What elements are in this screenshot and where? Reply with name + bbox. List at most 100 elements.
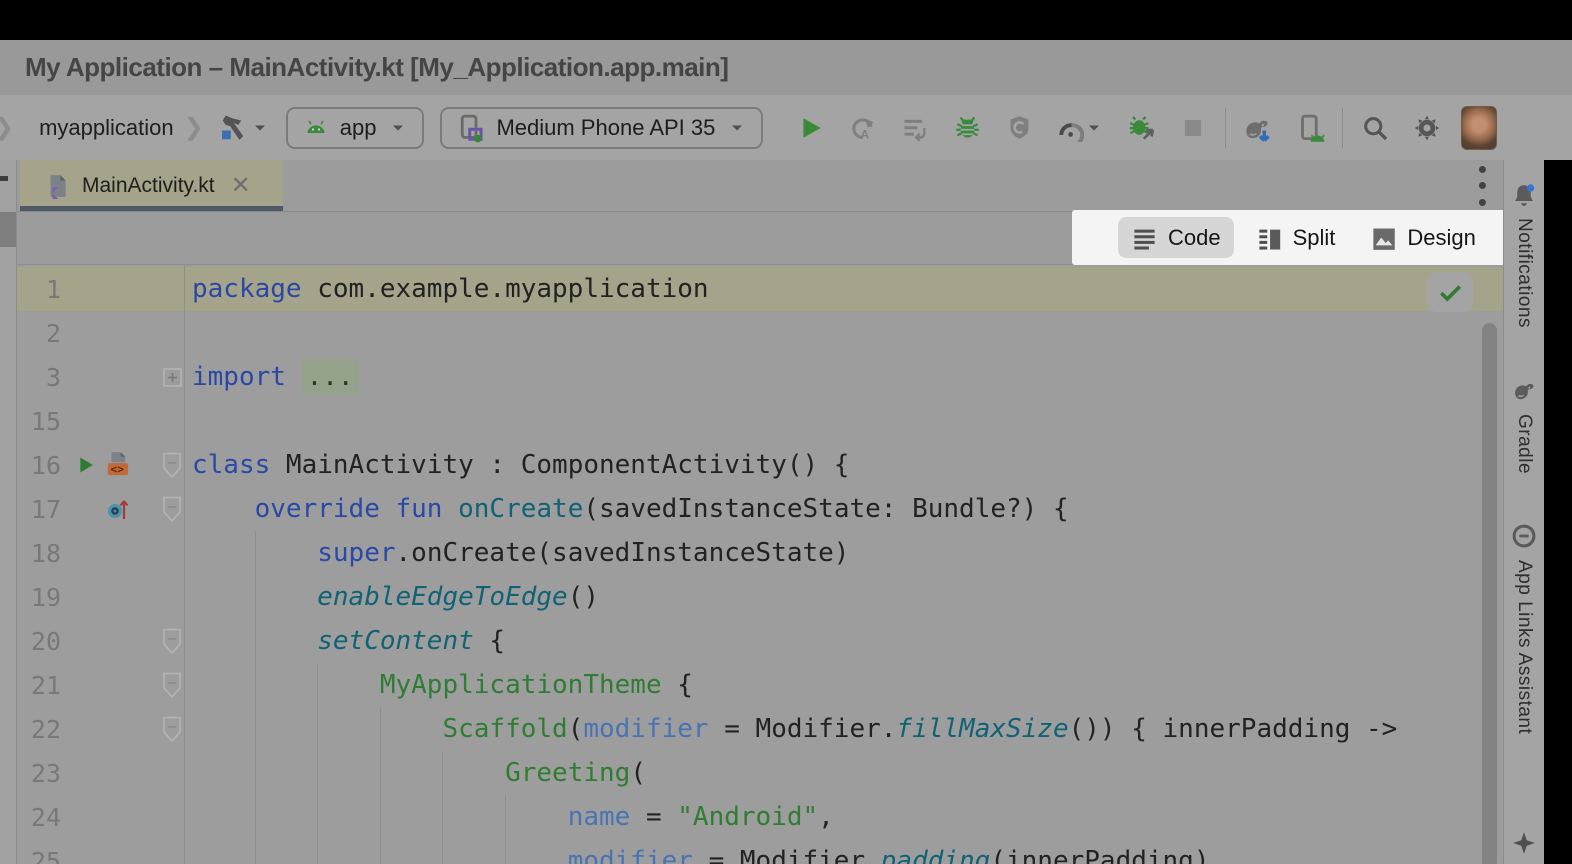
run-button[interactable] [785,106,837,150]
vertical-scrollbar[interactable] [1482,323,1497,864]
gradle-sync-icon [1243,113,1273,143]
fold-plus-icon[interactable] [160,368,184,387]
code-line[interactable]: 1package com.example.myapplication [17,267,1503,311]
code-text: MyApplicationTheme { [192,670,693,700]
stop-button[interactable] [1167,106,1219,150]
title-bar: My Application – MainActivity.kt [My_App… [0,40,1572,95]
code-line[interactable]: 21 MyApplicationTheme { [17,663,1503,707]
line-number: 1 [17,275,61,304]
run-configuration-select[interactable]: app [286,107,425,149]
split-icon [1256,224,1283,251]
chevron-down-icon [1084,118,1104,138]
code-line[interactable]: 16<>class MainActivity : ComponentActivi… [17,443,1503,487]
settings-button[interactable] [1401,106,1453,150]
profile-icon [1006,114,1033,141]
line-number: 19 [17,583,61,612]
fold-minus-icon[interactable] [160,452,184,479]
view-mode-code[interactable]: Code [1118,217,1234,258]
code-line[interactable]: 2 [17,311,1503,355]
design-icon [1370,224,1397,251]
tab-label: MainActivity.kt [82,174,215,198]
apply-code-changes-button[interactable] [889,106,941,150]
left-tool-window-stripe[interactable] [0,160,17,864]
line-number: 25 [17,847,61,864]
run-icon[interactable] [75,450,99,480]
android-studio-window: My Application – MainActivity.kt [My_App… [0,0,1572,864]
chevron-down-icon[interactable] [250,118,270,138]
debug-button[interactable] [941,106,993,150]
fold-minus-icon[interactable] [160,716,184,743]
code-text: super.onCreate(savedInstanceState) [192,538,849,568]
compose-icon[interactable]: <> [105,450,129,480]
view-mode-design[interactable]: Design [1357,217,1488,258]
code-line[interactable]: 23 Greeting( [17,751,1503,795]
tool-window-label: Notifications [1513,218,1535,328]
kebab-menu-icon[interactable]: ••• [1478,161,1487,209]
line-number: 17 [17,495,61,524]
code-text: enableEdgeToEdge() [192,582,599,612]
line-number: 2 [17,319,61,348]
sync-project-button[interactable] [1232,106,1284,150]
bell-icon [1511,182,1537,208]
code-editor[interactable]: 1package com.example.myapplication23impo… [17,265,1503,864]
line-number: 23 [17,759,61,788]
breadcrumb[interactable]: myapplication [39,115,174,141]
gutter-icons [61,494,160,524]
code-line[interactable]: 22 Scaffold(modifier = Modifier.fillMaxS… [17,707,1503,751]
device-select[interactable]: Medium Phone API 35 [440,107,763,149]
fold-minus-icon[interactable] [160,496,184,523]
stripe-selected-indicator[interactable] [0,212,16,247]
search-everywhere-button[interactable] [1349,106,1401,150]
code-line[interactable]: 25 modifier = Modifier.padding(innerPadd… [17,839,1503,864]
tool-window-label: App Links Assistant [1513,560,1535,734]
override-icon[interactable] [105,494,129,524]
line-number: 21 [17,671,61,700]
code-line[interactable]: 3import ... [17,355,1503,399]
line-number: 20 [17,627,61,656]
bug-attach-icon [1128,114,1155,141]
close-icon[interactable]: ✕ [231,174,251,198]
view-mode-label: Code [1168,225,1221,251]
fold-minus-icon[interactable] [160,628,184,655]
restart-icon: A [849,114,877,142]
view-mode-split[interactable]: Split [1243,217,1349,258]
avatar[interactable] [1461,106,1497,150]
tool-window-button-gradle[interactable]: Gradle [1510,376,1538,474]
right-tool-window-stripe: Notifications Gradle App Links Assistant [1503,160,1544,864]
code-text: class MainActivity : ComponentActivity()… [192,450,849,480]
gear-icon [1413,114,1441,142]
window-title: My Application – MainActivity.kt [My_App… [25,52,728,83]
code-text: import ... [192,362,359,392]
view-mode-label: Design [1407,225,1475,251]
profile-button[interactable] [993,106,1045,150]
line-number: 15 [17,407,61,436]
attach-debugger-button[interactable] [1115,106,1167,150]
search-icon [1361,114,1389,142]
code-line[interactable]: 17 override fun onCreate(savedInstanceSt… [17,487,1503,531]
sparkle-icon[interactable] [1504,830,1544,856]
code-line[interactable]: 19 enableEdgeToEdge() [17,575,1503,619]
build-button[interactable] [214,108,250,148]
main-toolbar: ❯ myapplication ❯ app Medium Phone API 3… [0,95,1572,160]
apply-changes-button[interactable]: A [837,106,889,150]
gauge-icon [1056,114,1084,142]
code-line[interactable]: 24 name = "Android", [17,795,1503,839]
tool-window-button-notifications[interactable]: Notifications [1511,182,1537,328]
tool-window-label: Gradle [1513,414,1535,474]
device-manager-icon [1295,113,1325,143]
fold-minus-icon[interactable] [160,672,184,699]
toolbar-separator [1342,108,1343,148]
code-line[interactable]: 20 setContent { [17,619,1503,663]
inspections-widget[interactable] [1427,272,1473,312]
tab-mainactivity[interactable]: MainActivity.kt ✕ [20,160,283,211]
stripe-dash-icon [0,176,8,181]
code-text: override fun onCreate(savedInstanceState… [192,494,1069,524]
tool-window-button-app-links-assistant[interactable]: App Links Assistant [1510,522,1538,734]
device-manager-button[interactable] [1284,106,1336,150]
code-line[interactable]: 15 [17,399,1503,443]
editor-area: MainActivity.kt ✕ ••• Code Split Design 1p… [17,160,1503,864]
breadcrumb-chevron-icon: ❯ [184,113,204,142]
line-number: 22 [17,715,61,744]
code-line[interactable]: 18 super.onCreate(savedInstanceState) [17,531,1503,575]
profiler-button[interactable] [1045,106,1115,150]
